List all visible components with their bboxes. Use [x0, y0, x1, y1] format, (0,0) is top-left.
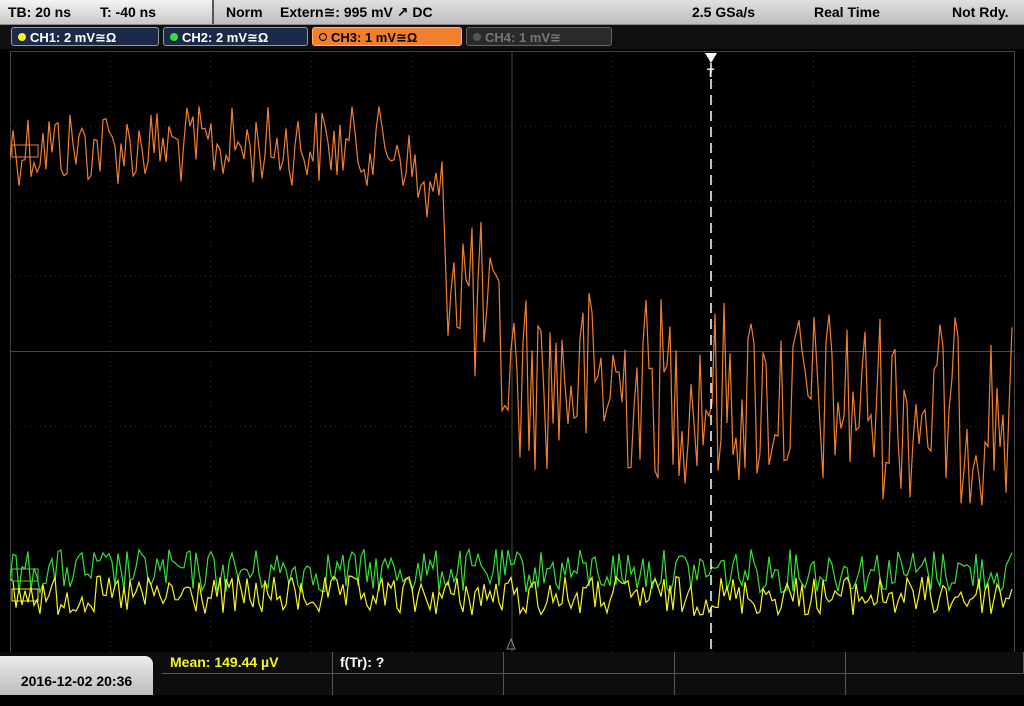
channel-2-trace — [10, 547, 1013, 595]
meas-cell-5 — [846, 652, 1024, 674]
acq-status-label: Not Rdy. — [952, 4, 1009, 20]
meas-cell-8 — [504, 674, 675, 695]
datetime-label: 2016-12-02 20:36 — [20, 673, 133, 689]
channel-3-button[interactable]: CH3: 1 mV≅Ω — [312, 27, 462, 46]
channel-1-button[interactable]: CH1: 2 mV≅Ω — [11, 27, 159, 46]
trigger-arrow-icon — [705, 53, 717, 63]
center-marker-icon — [506, 637, 516, 650]
channel-1-trace — [10, 575, 1013, 617]
channel-3-trace — [10, 106, 1013, 506]
channel-4-button[interactable]: CH4: 1 mV≅ — [466, 27, 612, 46]
channel-bar: CH1: 2 mV≅Ω CH2: 2 mV≅Ω CH3: 1 mV≅Ω CH4:… — [0, 25, 1024, 49]
acquisition-info[interactable]: Norm Extern≅: 995 mV ↗ DC 2.5 GSa/s Real… — [214, 0, 1024, 24]
timebase-box[interactable]: TB: 20 ns T: -40 ns — [0, 0, 214, 24]
meas-cell-4 — [675, 652, 846, 674]
meas-cell-7 — [333, 674, 504, 695]
waveform-display[interactable]: T — [10, 51, 1014, 652]
channel-1-label: CH1: 2 mV≅Ω — [30, 30, 117, 45]
channel-4-dot-icon — [473, 33, 481, 41]
channel-2-dot-icon — [170, 33, 178, 41]
trigger-mode-label: Norm — [226, 4, 263, 20]
meas-cell-9 — [675, 674, 846, 695]
timebase-label: TB: 20 ns — [8, 4, 72, 20]
sample-rate-label: 2.5 GSa/s — [692, 4, 756, 20]
mean-measurement: Mean: 149.44 µV — [170, 654, 279, 670]
ftr-measurement: f(Tr): ? — [340, 654, 385, 670]
channel-3-dot-icon — [319, 33, 327, 41]
datetime-box[interactable]: 2016-12-02 20:36 — [0, 656, 153, 695]
trigger-position-label: T: -40 ns — [100, 4, 157, 20]
channel-2-label: CH2: 2 mV≅Ω — [182, 30, 269, 45]
channel-2-button[interactable]: CH2: 2 mV≅Ω — [163, 27, 308, 46]
meas-cell-3 — [504, 652, 675, 674]
channel-4-label: CH4: 1 mV≅ — [485, 30, 561, 45]
measurement-panel[interactable]: Mean: 149.44 µV f(Tr): ? — [162, 652, 1024, 695]
trigger-source-label: Extern≅: 995 mV ↗ DC — [280, 4, 433, 20]
channel-1-dot-icon — [18, 33, 26, 41]
realtime-label: Real Time — [814, 4, 880, 20]
top-status-bar: TB: 20 ns T: -40 ns Norm Extern≅: 995 mV… — [0, 0, 1024, 25]
channel-3-label: CH3: 1 mV≅Ω — [331, 30, 418, 45]
trigger-marker-label: T — [707, 66, 715, 80]
meas-cell-6 — [162, 674, 333, 695]
